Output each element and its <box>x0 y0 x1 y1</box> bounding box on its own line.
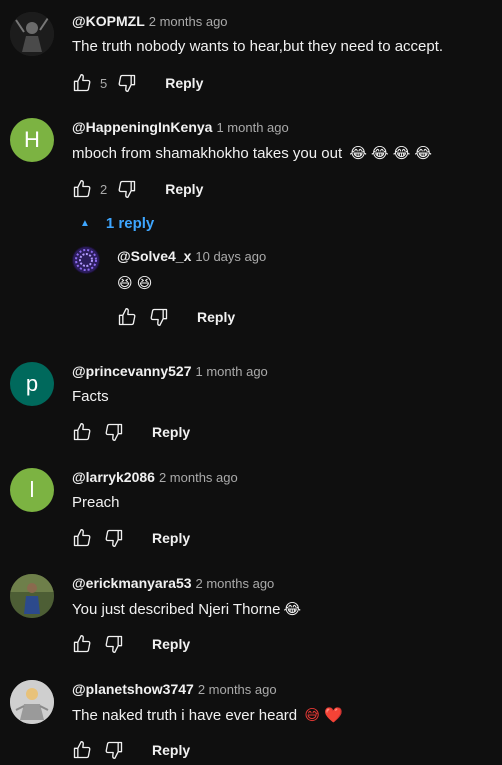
comment-time[interactable]: 2 months ago <box>159 470 238 485</box>
thumbs-up-icon[interactable] <box>72 73 92 93</box>
reply-button[interactable]: Reply <box>165 75 203 91</box>
replies-count-label: 1 reply <box>105 215 155 232</box>
thumbs-up-icon[interactable] <box>72 422 92 442</box>
avatar[interactable] <box>10 12 54 56</box>
comment-time[interactable]: 2 months ago <box>196 576 275 591</box>
comment-text: The truth nobody wants to hear,but they … <box>72 38 444 55</box>
comment-header: @KOPMZL 2 months ago <box>72 13 228 29</box>
comment-time[interactable]: 1 month ago <box>196 364 268 379</box>
avatar[interactable]: p <box>10 362 54 406</box>
like-count: 2 <box>100 181 108 197</box>
avatar[interactable]: l <box>10 468 54 512</box>
thumbs-up-icon[interactable] <box>72 528 92 548</box>
reply-button[interactable]: Reply <box>152 636 190 652</box>
comment-header: @princevanny527 1 month ago <box>72 363 268 379</box>
comment-header: @larryk2086 2 months ago <box>72 469 238 485</box>
comment-text-row: mboch from shamakhokho takes you out 😂 😂… <box>72 144 432 162</box>
comment-text: You just described Njeri Thorne <box>72 601 281 618</box>
reply-text: 😆 😆 <box>117 275 153 292</box>
thumbs-up-icon[interactable] <box>72 179 92 199</box>
thumbs-down-icon[interactable] <box>104 634 124 654</box>
comment-actions: Reply <box>72 633 190 655</box>
comment-time[interactable]: 2 months ago <box>149 14 228 29</box>
comment-time[interactable]: 1 month ago <box>216 120 288 135</box>
comment-time[interactable]: 2 months ago <box>198 682 277 697</box>
emoji: 😂 <box>283 601 301 618</box>
comment-actions: Reply <box>72 739 190 761</box>
emoji: 😅 ❤️ <box>304 707 343 724</box>
comment-text-row: The naked truth i have ever heard 😅 ❤️ <box>72 706 343 724</box>
reply-button[interactable]: Reply <box>152 530 190 546</box>
emoji: 😂 😂 😂 😂 <box>349 145 432 162</box>
comment-actions: 2 Reply <box>72 178 203 200</box>
comment-author[interactable]: @erickmanyara53 <box>72 575 192 591</box>
comment-author[interactable]: @KOPMZL <box>72 13 145 29</box>
comment-text-row: You just described Njeri Thorne 😂 <box>72 600 301 618</box>
reply-button[interactable]: Reply <box>165 181 203 197</box>
reply-button[interactable]: Reply <box>197 309 235 325</box>
reply-button[interactable]: Reply <box>152 424 190 440</box>
comment-text: Preach <box>72 494 120 511</box>
reply-time[interactable]: 10 days ago <box>195 249 266 264</box>
caret-up-icon: ▲ <box>80 218 90 229</box>
comment-author[interactable]: @larryk2086 <box>72 469 155 485</box>
comment-actions: 5 Reply <box>72 72 203 94</box>
comment-text: mboch from shamakhokho takes you out <box>72 145 343 162</box>
replies-toggle-button[interactable]: ▲ 1 reply <box>80 215 154 232</box>
thumbs-down-icon[interactable] <box>149 307 169 327</box>
thumbs-down-icon[interactable] <box>104 422 124 442</box>
thumbs-down-icon[interactable] <box>117 179 137 199</box>
reply-actions: Reply <box>117 306 235 328</box>
comment-author[interactable]: @HappeningInKenya <box>72 119 212 135</box>
avatar[interactable]: H <box>10 118 54 162</box>
comment-text: The naked truth i have ever heard <box>72 707 298 724</box>
like-count: 5 <box>100 75 108 91</box>
avatar[interactable] <box>10 574 54 618</box>
comment-actions: Reply <box>72 421 190 443</box>
thumbs-down-icon[interactable] <box>104 740 124 760</box>
thumbs-down-icon[interactable] <box>117 73 137 93</box>
comment-author[interactable]: @princevanny527 <box>72 363 192 379</box>
reply-author[interactable]: @Solve4_x <box>117 248 191 264</box>
reply-header: @Solve4_x 10 days ago <box>117 248 266 264</box>
thumbs-up-icon[interactable] <box>117 307 137 327</box>
comment-header: @planetshow3747 2 months ago <box>72 681 277 697</box>
avatar[interactable] <box>72 246 100 274</box>
comment-header: @HappeningInKenya 1 month ago <box>72 119 289 135</box>
reply-button[interactable]: Reply <box>152 742 190 758</box>
comment-header: @erickmanyara53 2 months ago <box>72 575 274 591</box>
comment-author[interactable]: @planetshow3747 <box>72 681 194 697</box>
thumbs-up-icon[interactable] <box>72 634 92 654</box>
thumbs-up-icon[interactable] <box>72 740 92 760</box>
comment-actions: Reply <box>72 527 190 549</box>
comment-text: Facts <box>72 388 109 405</box>
avatar[interactable] <box>10 680 54 724</box>
thumbs-down-icon[interactable] <box>104 528 124 548</box>
